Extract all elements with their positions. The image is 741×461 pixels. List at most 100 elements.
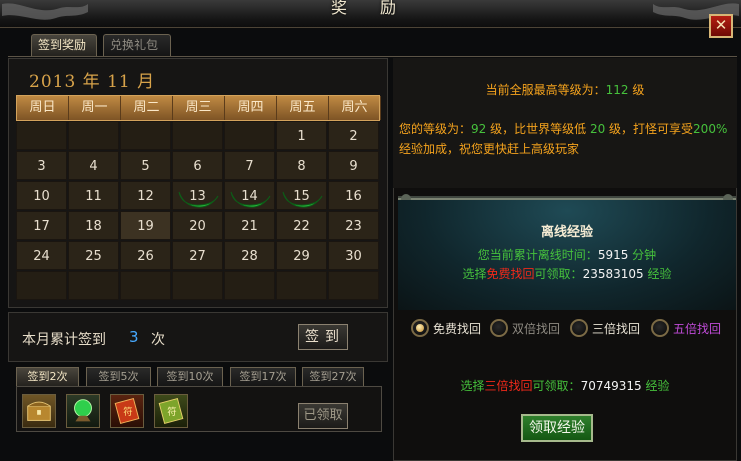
claim-exp-button[interactable]: 领取经验	[521, 414, 593, 442]
radio-triple-retrieve[interactable]	[570, 319, 588, 337]
calendar-empty-cell	[68, 271, 119, 300]
calendar-day[interactable]: 7	[224, 151, 275, 180]
weekday-header: 周日	[17, 96, 69, 120]
player-level-value: 92	[471, 122, 487, 136]
calendar-day[interactable]: 25	[68, 241, 119, 270]
option-free-retrieve-label: 免费找回	[433, 322, 482, 336]
reward-tab[interactable]: 签到2次	[16, 367, 79, 386]
server-max-level-value: 112	[605, 83, 629, 97]
tab-redeem-gift[interactable]: 兑换礼包	[103, 34, 171, 56]
calendar-day[interactable]: 23	[328, 211, 379, 240]
calendar-day[interactable]: 21	[224, 211, 275, 240]
exp-bonus-value: 200%	[693, 122, 728, 136]
reward-tab[interactable]: 签到10次	[157, 367, 223, 386]
calendar-day[interactable]: 6	[172, 151, 223, 180]
window-title: 奖 励	[330, 0, 411, 17]
free-claim-info: 选择免费找回可领取：23583105 经验	[398, 265, 736, 282]
svg-text:符: 符	[123, 406, 132, 418]
calendar-day[interactable]: 22	[276, 211, 327, 240]
calendar-day[interactable]: 29	[276, 241, 327, 270]
weekday-header: 周一	[69, 96, 121, 120]
calendar-empty-cell	[120, 121, 171, 150]
calendar-day[interactable]: 24	[16, 241, 67, 270]
calendar-empty-cell	[16, 271, 67, 300]
calendar-day-number: 20	[189, 219, 206, 234]
offline-exp-title: 离线经验	[540, 225, 593, 240]
calendar-day-number: 30	[345, 249, 362, 264]
calendar-day-number: 8	[297, 159, 306, 174]
calendar-empty-cell	[172, 271, 223, 300]
signin-count-unit: 次	[151, 332, 165, 348]
server-max-level-unit: 级	[628, 83, 645, 97]
calendar-day[interactable]: 30	[328, 241, 379, 270]
calendar-day-number: 13	[189, 189, 206, 204]
calendar-day[interactable]: 15	[276, 181, 327, 210]
reward-tab[interactable]: 签到5次	[86, 367, 151, 386]
calendar-day-number: 22	[293, 219, 310, 234]
calendar-day[interactable]: 2	[328, 121, 379, 150]
red-scroll-icon[interactable]: 符	[110, 394, 144, 428]
calendar-day[interactable]: 17	[16, 211, 67, 240]
calendar-day[interactable]: 10	[16, 181, 67, 210]
calendar-day[interactable]: 20	[172, 211, 223, 240]
free-claim-unit: 经验	[643, 267, 672, 281]
calendar-day[interactable]: 19	[120, 211, 171, 240]
calendar-day-number: 26	[137, 249, 154, 264]
calendar-day-number: 17	[33, 219, 50, 234]
calendar-day-number: 4	[89, 159, 98, 174]
selected-claim-prefix: 选择	[460, 379, 485, 393]
calendar-empty-cell	[328, 271, 379, 300]
calendar-day[interactable]: 4	[68, 151, 119, 180]
calendar-empty-cell	[224, 271, 275, 300]
calendar-day[interactable]: 12	[120, 181, 171, 210]
calendar-day-number: 12	[137, 189, 154, 204]
level-gap-value: 20	[589, 122, 606, 136]
svg-text:符: 符	[167, 406, 176, 418]
radio-double-retrieve[interactable]	[490, 319, 508, 337]
selected-claim-info: 选择三倍找回可领取：70749315 经验	[393, 377, 737, 394]
signin-count-value: 3	[129, 328, 139, 346]
calendar-day[interactable]: 3	[16, 151, 67, 180]
calendar-day[interactable]: 13	[172, 181, 223, 210]
sign-in-button[interactable]: 签到	[298, 324, 348, 350]
calendar-day-number: 19	[137, 219, 154, 234]
tab-sign-in-rewards[interactable]: 签到奖励	[31, 34, 97, 56]
calendar-day-number: 5	[141, 159, 150, 174]
calendar-day[interactable]: 26	[120, 241, 171, 270]
calendar-day-number: 10	[33, 189, 50, 204]
radio-free-retrieve[interactable]	[411, 319, 429, 337]
offline-time-label: 您当前累计离线时间：	[477, 248, 598, 262]
reward-tab[interactable]: 签到17次	[230, 367, 296, 386]
calendar-day-number: 21	[241, 219, 258, 234]
calendar-empty-cell	[276, 271, 327, 300]
calendar-day[interactable]: 27	[172, 241, 223, 270]
calendar-day-number: 16	[345, 189, 362, 204]
green-scroll-icon[interactable]: 符	[154, 394, 188, 428]
calendar-day[interactable]: 16	[328, 181, 379, 210]
calendar-day[interactable]: 18	[68, 211, 119, 240]
reward-tab[interactable]: 签到27次	[302, 367, 364, 386]
calendar-day-number: 3	[37, 159, 46, 174]
level-gap-text: 级，比世界等级低	[486, 122, 590, 136]
calendar-day[interactable]: 11	[68, 181, 119, 210]
free-claim-prefix: 选择	[462, 267, 487, 281]
claimed-button[interactable]: 已领取	[298, 403, 348, 429]
calendar-day[interactable]: 5	[120, 151, 171, 180]
close-button[interactable]: ✕	[709, 14, 733, 38]
calendar-day[interactable]: 1	[276, 121, 327, 150]
calendar-day[interactable]: 14	[224, 181, 275, 210]
weekday-header: 周四	[225, 96, 277, 120]
calendar-empty-cell	[68, 121, 119, 150]
calendar-day[interactable]: 28	[224, 241, 275, 270]
calendar-day[interactable]: 8	[276, 151, 327, 180]
free-claim-highlight: 免费找回	[486, 267, 535, 281]
option-double-retrieve-label: 双倍找回	[512, 322, 561, 336]
calendar-day[interactable]: 9	[328, 151, 379, 180]
calendar-day-number: 6	[193, 159, 202, 174]
treasure-chest-icon[interactable]	[22, 394, 56, 428]
option-quintuple-retrieve-label: 五倍找回	[673, 322, 722, 336]
radio-quintuple-retrieve[interactable]	[651, 319, 669, 337]
calendar-day-number: 27	[189, 249, 206, 264]
calendar-empty-cell	[224, 121, 275, 150]
green-orb-icon[interactable]	[66, 394, 100, 428]
